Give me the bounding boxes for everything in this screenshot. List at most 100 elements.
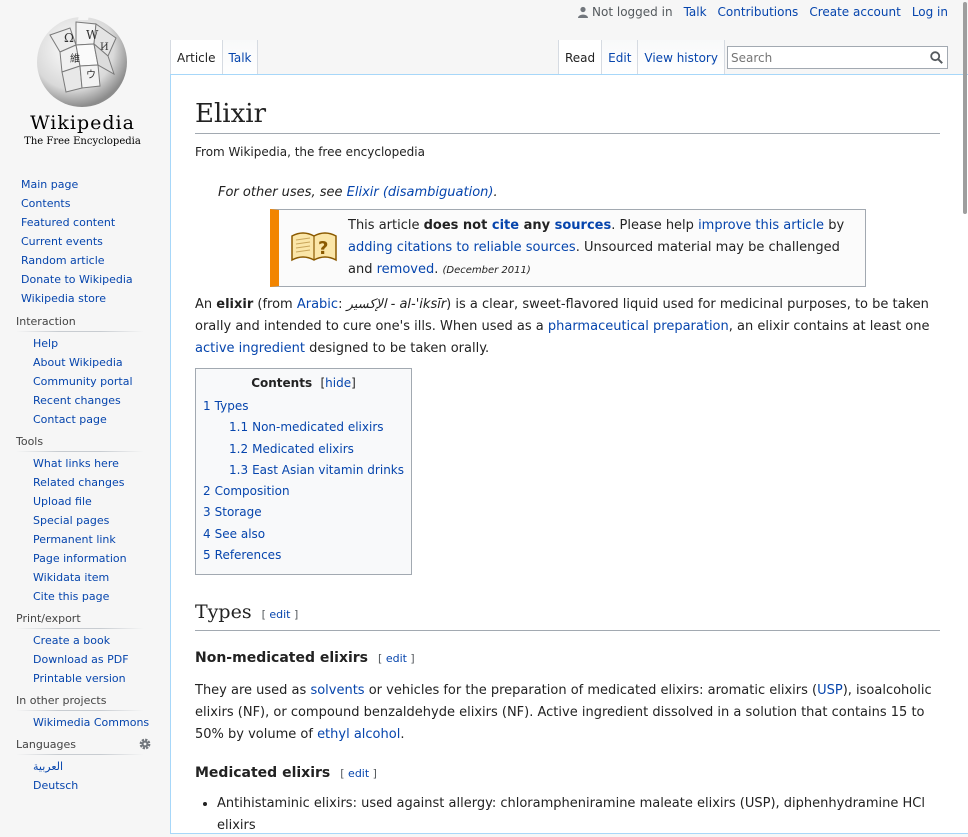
sidebar-item-what-links-here[interactable]: What links here bbox=[33, 457, 119, 470]
pharmaceutical-preparation-link[interactable]: pharmaceutical preparation bbox=[548, 319, 729, 334]
projects-heading[interactable]: In other projects bbox=[16, 693, 144, 711]
sidebar-item-download-pdf[interactable]: Download as PDF bbox=[33, 653, 129, 666]
sidebar-item-main-page[interactable]: Main page bbox=[21, 178, 78, 191]
adding-citations-link[interactable]: adding citations to reliable sources bbox=[348, 240, 576, 255]
toc-link[interactable]: Non-medicated elixirs bbox=[252, 420, 383, 434]
interaction-heading[interactable]: Interaction bbox=[16, 314, 144, 332]
sidebar-item-current-events[interactable]: Current events bbox=[21, 235, 103, 248]
ethyl-alcohol-link[interactable]: ethyl alcohol bbox=[317, 727, 400, 742]
toc-link[interactable]: Storage bbox=[215, 505, 262, 519]
toc-num: 4 bbox=[203, 526, 211, 541]
sidebar-item-related-changes[interactable]: Related changes bbox=[33, 476, 125, 489]
edit-types-link[interactable]: edit bbox=[269, 608, 290, 621]
search-icon[interactable] bbox=[930, 51, 943, 64]
sidebar-item-store[interactable]: Wikipedia store bbox=[21, 292, 106, 305]
nonmed-paragraph: They are used as solvents or vehicles fo… bbox=[195, 680, 940, 746]
disambiguation-link[interactable]: Elixir (disambiguation) bbox=[347, 185, 494, 200]
sidebar-item-special-pages[interactable]: Special pages bbox=[33, 514, 109, 527]
log-in-link[interactable]: Log in bbox=[912, 5, 948, 19]
sidebar-item-upload-file[interactable]: Upload file bbox=[33, 495, 92, 508]
sidebar-item-permanent-link[interactable]: Permanent link bbox=[33, 533, 116, 546]
svg-text:?: ? bbox=[318, 238, 328, 259]
solvents-link[interactable]: solvents bbox=[310, 683, 364, 698]
projects-portal: In other projects Wikimedia Commons bbox=[16, 693, 170, 732]
arabic-link[interactable]: Arabic bbox=[297, 297, 338, 312]
toc-item[interactable]: 2 Composition bbox=[203, 481, 404, 502]
sidebar-item-help[interactable]: Help bbox=[33, 337, 58, 350]
sidebar-item-contents[interactable]: Contents bbox=[21, 197, 70, 210]
cite-link[interactable]: cite bbox=[492, 218, 519, 233]
toc-num: 5 bbox=[203, 548, 211, 563]
edit-section: [ edit ] bbox=[340, 767, 377, 781]
toc-item[interactable]: 4 See also bbox=[203, 524, 404, 545]
user-icon bbox=[578, 6, 589, 18]
toc-item[interactable]: 1 Types bbox=[203, 396, 404, 417]
toc-link[interactable]: Medicated elixirs bbox=[252, 442, 354, 456]
toc-link[interactable]: See also bbox=[215, 527, 265, 541]
sidebar-item-recent-changes[interactable]: Recent changes bbox=[33, 394, 121, 407]
hatnote-suffix: . bbox=[493, 185, 498, 200]
languages-heading[interactable]: Languages bbox=[16, 737, 144, 755]
toc-link[interactable]: Composition bbox=[215, 484, 290, 498]
tab-article[interactable]: Article bbox=[170, 40, 223, 75]
sidebar-item-wikimedia-commons[interactable]: Wikimedia Commons bbox=[33, 716, 149, 729]
sidebar-item-random-article[interactable]: Random article bbox=[21, 254, 105, 267]
create-account-link[interactable]: Create account bbox=[809, 5, 901, 19]
navigation-portal: Main page Contents Featured content Curr… bbox=[21, 175, 170, 308]
language-deutsch[interactable]: Deutsch bbox=[33, 779, 78, 792]
notice-text: This article does not cite any sources. … bbox=[348, 215, 853, 282]
edit-med-link[interactable]: edit bbox=[348, 767, 369, 780]
tab-talk[interactable]: Talk bbox=[222, 40, 259, 75]
scrollbar[interactable] bbox=[962, 0, 968, 797]
wikipedia-globe-icon: Ω W И 維 ウ bbox=[37, 10, 127, 107]
wikipedia-logo[interactable]: Ω W И 維 ウ Wikipedia The Free Encyclopedi… bbox=[20, 8, 145, 153]
svg-text:W: W bbox=[86, 28, 99, 42]
toc-item[interactable]: 1.2 Medicated elixirs bbox=[203, 439, 404, 460]
lead-text: An bbox=[195, 297, 217, 312]
tab-view-history[interactable]: View history bbox=[638, 40, 725, 75]
toc-link[interactable]: References bbox=[215, 548, 282, 562]
toc-hide-toggle[interactable]: [hide] bbox=[320, 376, 355, 390]
toc-hide-link[interactable]: hide bbox=[325, 376, 351, 390]
site-sub: From Wikipedia, the free encyclopedia bbox=[195, 145, 425, 159]
sources-link[interactable]: sources bbox=[555, 218, 612, 233]
sidebar-item-cite-this-page[interactable]: Cite this page bbox=[33, 590, 109, 603]
usp-link[interactable]: USP bbox=[817, 683, 843, 698]
toc-item[interactable]: 3 Storage bbox=[203, 502, 404, 523]
nonmed-text: They are used as bbox=[195, 683, 311, 699]
sidebar-item-page-information[interactable]: Page information bbox=[33, 552, 127, 565]
active-ingredient-link[interactable]: active ingredient bbox=[195, 341, 305, 356]
scrollbar-thumb[interactable] bbox=[963, 2, 967, 214]
not-logged-in-label: Not logged in bbox=[592, 5, 673, 19]
toc-link[interactable]: East Asian vitamin drinks bbox=[252, 463, 404, 477]
tools-heading[interactable]: Tools bbox=[16, 434, 144, 452]
language-arabic[interactable]: العربية bbox=[33, 760, 63, 773]
print-heading[interactable]: Print/export bbox=[16, 611, 144, 629]
sidebar-item-wikidata-item[interactable]: Wikidata item bbox=[33, 571, 109, 584]
talk-link[interactable]: Talk bbox=[684, 5, 707, 19]
sidebar-item-about[interactable]: About Wikipedia bbox=[33, 356, 123, 369]
tools-portal: Tools What links here Related changes Up… bbox=[16, 434, 170, 606]
sidebar-item-create-book[interactable]: Create a book bbox=[33, 634, 110, 647]
removed-link[interactable]: removed bbox=[377, 262, 435, 277]
contributions-link[interactable]: Contributions bbox=[718, 5, 799, 19]
sidebar-item-printable-version[interactable]: Printable version bbox=[33, 672, 126, 685]
toc-item[interactable]: 1.1 Non-medicated elixirs bbox=[203, 417, 404, 438]
toc-num: 3 bbox=[203, 505, 211, 520]
edit-nonmed-link[interactable]: edit bbox=[386, 652, 407, 665]
search-input[interactable] bbox=[728, 47, 923, 69]
toc-item[interactable]: 1.3 East Asian vitamin drinks bbox=[203, 460, 404, 481]
toc-num: 2 bbox=[203, 484, 211, 499]
tab-edit[interactable]: Edit bbox=[602, 40, 639, 75]
sidebar-item-contact-page[interactable]: Contact page bbox=[33, 413, 107, 426]
toc-item[interactable]: 5 References bbox=[203, 545, 404, 566]
not-logged-in: Not logged in bbox=[577, 5, 673, 19]
sidebar-item-donate[interactable]: Donate to Wikipedia bbox=[21, 273, 133, 286]
improve-article-link[interactable]: improve this article bbox=[698, 218, 824, 233]
sidebar-item-featured-content[interactable]: Featured content bbox=[21, 216, 115, 229]
sidebar-item-community-portal[interactable]: Community portal bbox=[33, 375, 133, 388]
tab-read[interactable]: Read bbox=[558, 40, 603, 75]
svg-text:И: И bbox=[100, 42, 109, 53]
gear-icon[interactable] bbox=[138, 737, 152, 751]
toc-link[interactable]: Types bbox=[215, 399, 249, 413]
